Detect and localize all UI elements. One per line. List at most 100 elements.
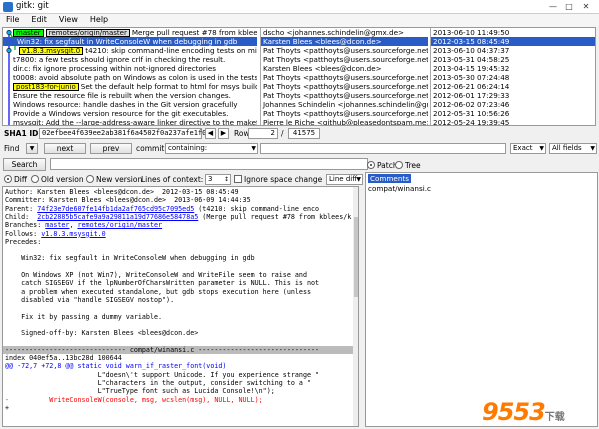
diff-pane[interactable]: Author: Karsten Blees <blees@dcon.de> 20… xyxy=(2,186,359,427)
commit-date[interactable]: 2013-05-31 04:58:25 xyxy=(431,55,595,64)
commit-author[interactable]: Johannes Schindelin <johannes.schindelin… xyxy=(261,100,428,109)
commit-author[interactable]: Pierre le Riche <github@pleasedontspam.m… xyxy=(261,118,428,125)
commit-date[interactable]: 2012-06-21 06:24:14 xyxy=(431,82,595,91)
file-list[interactable]: Comments compat/winansi.c xyxy=(365,172,598,427)
commit-author[interactable]: Pat Thoyts <patthoyts@users.sourceforge.… xyxy=(261,91,428,100)
patch-radio[interactable] xyxy=(367,161,375,169)
forward-arrow-icon[interactable]: ▶ xyxy=(218,128,229,139)
diff-line: + xyxy=(5,403,10,412)
commit-date[interactable]: 2013-05-30 07:24:48 xyxy=(431,73,595,82)
find-next-button[interactable]: next xyxy=(44,143,86,154)
diff-line: Author: Karsten Blees <blees@dcon.de> 20… xyxy=(5,188,239,196)
menu-help[interactable]: Help xyxy=(84,14,114,27)
find-down-icon[interactable]: ▼ xyxy=(26,143,38,154)
context-spinbox[interactable]: 3 ↕ xyxy=(205,174,231,185)
commit-date[interactable]: 2012-06-02 07:23:46 xyxy=(431,100,595,109)
menu-edit[interactable]: Edit xyxy=(25,14,53,27)
commit-list-pane[interactable]: master remotes/origin/master Merge pull re… xyxy=(2,27,596,126)
exact-select[interactable]: Exact ▼ xyxy=(510,143,546,154)
exact-value: Exact xyxy=(513,144,533,152)
diff-link[interactable]: 74f23e7de607fe14fb1da2af765cd95c7095ed5 xyxy=(37,205,194,213)
commit-date-text: 2012-05-24 19:39:45 xyxy=(433,118,510,126)
find-type-select[interactable]: containing: ▼ xyxy=(165,143,258,154)
commit-author[interactable]: Pat Thoyts <patthoyts@users.sourceforge.… xyxy=(261,55,428,64)
commit-date[interactable]: 2013-04-15 19:45:32 xyxy=(431,64,595,73)
ignore-space-checkbox[interactable] xyxy=(234,175,242,183)
file-item-comments[interactable]: Comments xyxy=(368,174,411,183)
commit-author[interactable]: Pat Thoyts <patthoyts@users.sourceforge.… xyxy=(261,82,428,91)
minimize-icon[interactable]: — xyxy=(547,1,559,12)
commit-date[interactable]: 2012-06-01 17:29:33 xyxy=(431,91,595,100)
window-title: gitk: git xyxy=(16,1,49,11)
chevron-down-icon: ▼ xyxy=(251,145,256,152)
diff-link[interactable]: remotes/origin/master xyxy=(78,221,163,229)
commit-row[interactable]: t7800: a few tests should ignore crlf in… xyxy=(3,55,257,64)
commit-row[interactable]: msysgit: Add the --large-address-aware l… xyxy=(3,118,257,125)
commit-row[interactable]: t0008: avoid absolute path on Windows as… xyxy=(3,73,257,82)
diff-link[interactable]: 2cb22885b5cafe9a9a29811a19d77686e58478a5 xyxy=(37,213,198,221)
diff-text: Follows: xyxy=(5,229,42,238)
commit-row[interactable]: post183-for-junio Set the default help fo… xyxy=(3,82,257,91)
commit-row[interactable]: Ensure the resource file is rebuilt when… xyxy=(3,91,257,100)
commit-row[interactable]: master remotes/origin/master Merge pull re… xyxy=(3,28,257,37)
diff-line: On Windows XP (not Win7), WriteConsoleW … xyxy=(5,271,307,279)
diff-line: disabled via "handle SIGSEGV nostop"). xyxy=(5,295,175,304)
menu-file[interactable]: File xyxy=(0,14,25,27)
commit-row[interactable]: Win32: fix segfault in WriteConsoleW whe… xyxy=(3,37,257,46)
commit-author[interactable]: Karsten Blees <blees@dcon.de> xyxy=(261,64,428,73)
file-item-winansi[interactable]: compat/winansi.c xyxy=(368,184,431,193)
sha-input[interactable]: 02efbee4f639ee2ab381f6a4502f0a237afe1f01 xyxy=(39,128,211,139)
diff-mode-select[interactable]: Line diff ▼ xyxy=(326,174,363,185)
commit-row[interactable]: Provide a Windows version resource for t… xyxy=(3,109,257,118)
ref-tag[interactable]: v1.8.3.msysgit.0 xyxy=(19,47,84,55)
menu-view[interactable]: View xyxy=(53,14,84,27)
commit-author-text: Pat Thoyts <patthoyts@users.sourceforge.… xyxy=(263,82,428,91)
commit-author[interactable]: Karsten Blees <blees@dcon.de> xyxy=(261,37,428,46)
commit-date-text: 2012-06-21 06:24:14 xyxy=(433,82,510,91)
commit-subject: t0008: avoid absolute path on Windows as… xyxy=(13,73,257,82)
date-column[interactable]: 2013-06-10 11:49:50 2012-03-15 08:45:49 20… xyxy=(430,28,595,126)
commit-subject: msysgit: Add the --large-address-aware l… xyxy=(13,118,257,125)
diff-link[interactable]: master xyxy=(45,221,69,229)
commit-graph-column[interactable]: master remotes/origin/master Merge pull re… xyxy=(3,28,257,125)
tree-radio[interactable] xyxy=(395,161,403,169)
commit-author[interactable]: Pat Thoyts <patthoyts@users.sourceforge.… xyxy=(261,73,428,82)
commit-author[interactable]: Pat Thoyts <patthoyts@users.sourceforge.… xyxy=(261,46,428,55)
commit-date[interactable]: 2012-05-31 10:56:26 xyxy=(431,109,595,118)
diff-mode-value: Line diff xyxy=(329,175,358,183)
diff-radio[interactable] xyxy=(4,175,12,183)
commit-author[interactable]: Pat Thoyts <patthoyts@users.sourceforge.… xyxy=(261,109,428,118)
new-version-radio[interactable] xyxy=(86,175,94,183)
diff-line: Precedes: xyxy=(5,237,42,246)
commit-subject: v1.8.3.msysgit.0 t4210: skip command-line… xyxy=(19,46,257,55)
commit-date[interactable]: 2012-05-24 19:39:45 xyxy=(431,118,595,126)
commit-date[interactable]: 2013-06-10 04:37:37 xyxy=(431,46,595,55)
ref-tag[interactable]: master xyxy=(13,29,44,37)
maximize-icon[interactable]: □ xyxy=(563,1,575,12)
commit-subject-text: t0008: avoid absolute path on Windows as… xyxy=(13,73,257,82)
fields-select[interactable]: All fields ▼ xyxy=(549,143,597,154)
commit-row[interactable]: v1.8.3.msysgit.0 t4210: skip command-line… xyxy=(3,46,257,55)
find-prev-button[interactable]: prev xyxy=(90,143,132,154)
close-icon[interactable]: ✕ xyxy=(580,1,592,12)
back-arrow-icon[interactable]: ◀ xyxy=(205,128,216,139)
commit-subject-text: Provide a Windows version resource for t… xyxy=(13,109,229,118)
find-input[interactable] xyxy=(260,143,506,154)
commit-author-text: Pat Thoyts <patthoyts@users.sourceforge.… xyxy=(263,46,428,55)
commit-row[interactable]: Windows resource: handle dashes in the G… xyxy=(3,100,257,109)
sha-label: SHA1 ID: xyxy=(4,129,42,138)
find-label: Find xyxy=(4,144,20,153)
diff-scrollbar-thumb[interactable] xyxy=(354,217,358,297)
search-button[interactable]: Search xyxy=(3,158,46,171)
search-input[interactable] xyxy=(50,158,368,170)
ref-tag[interactable]: post183-for-junio xyxy=(13,83,79,91)
old-version-radio[interactable] xyxy=(31,175,39,183)
commit-row[interactable]: dir.c: fix ignore processing within not-… xyxy=(3,64,257,73)
author-column[interactable]: dscho <johannes.schindelin@gmx.de> Karste… xyxy=(260,28,428,125)
diff-link[interactable]: v1.8.3.msysgit.0 xyxy=(41,230,105,238)
ref-tag[interactable]: remotes/origin/master xyxy=(45,29,130,37)
commit-subject-text: Win32: fix segfault in WriteConsoleW whe… xyxy=(17,37,238,46)
commit-date[interactable]: 2013-06-10 11:49:50 xyxy=(431,28,595,37)
commit-date[interactable]: 2012-03-15 08:45:49 xyxy=(431,37,595,46)
commit-author[interactable]: dscho <johannes.schindelin@gmx.de> xyxy=(261,28,428,37)
